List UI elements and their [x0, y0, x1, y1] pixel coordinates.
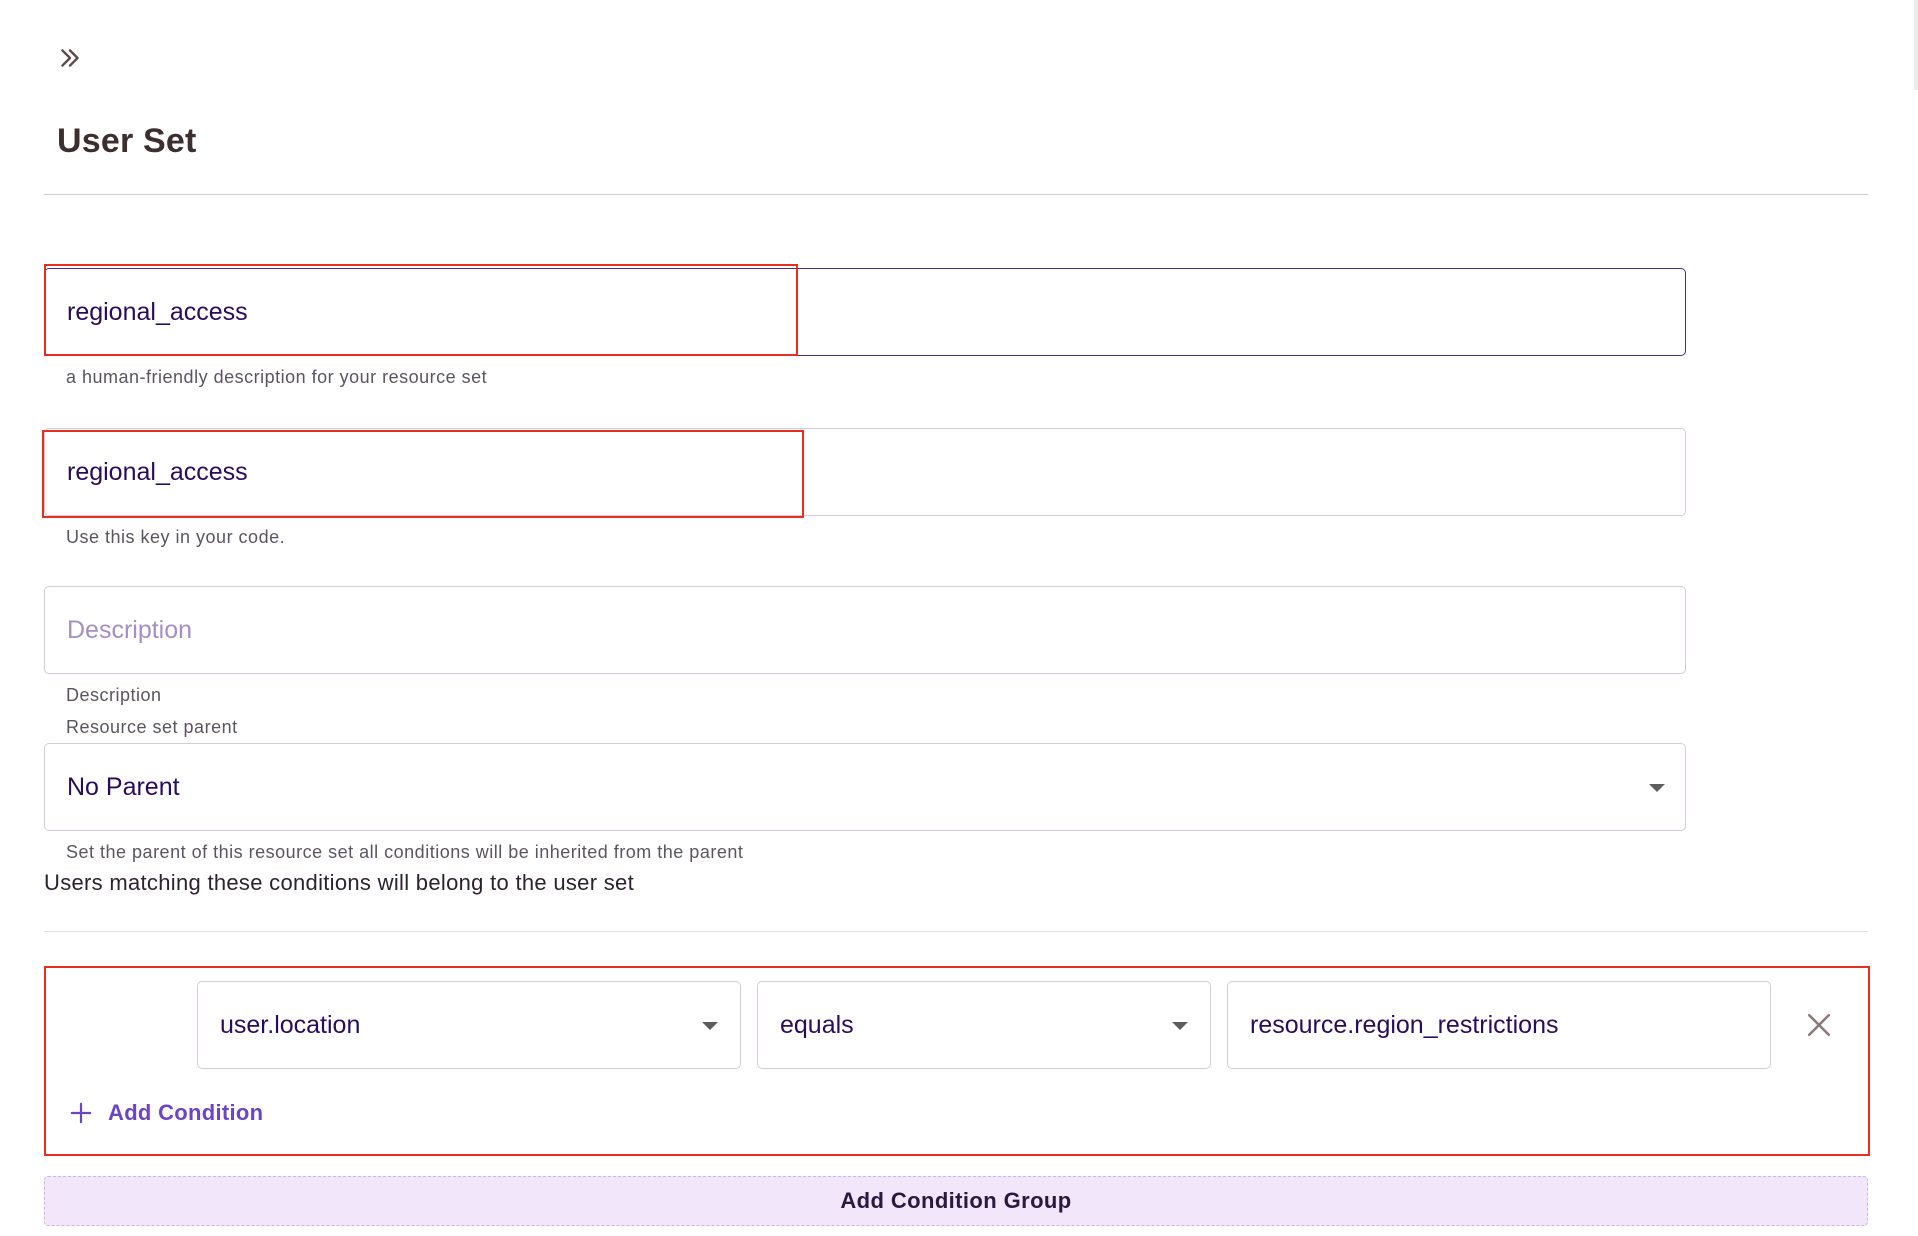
description-field[interactable]: Description — [44, 586, 1686, 674]
parent-helper-text: Set the parent of this resource set all … — [66, 842, 744, 862]
key-field[interactable]: regional_access — [44, 428, 1686, 516]
add-condition-label: Add Condition — [108, 1100, 264, 1125]
key-helper-text: Use this key in your code. — [66, 527, 286, 547]
parent-select-value: No Parent — [67, 772, 180, 801]
title-divider — [44, 194, 1868, 195]
add-condition-button[interactable]: Add Condition — [70, 1100, 263, 1126]
expand-sidebar-button[interactable] — [52, 40, 88, 76]
condition-attribute-select[interactable]: user.location — [197, 981, 741, 1069]
name-field-value: regional_access — [67, 297, 248, 326]
key-field-value: regional_access — [67, 457, 248, 486]
condition-value-field[interactable]: resource.region_restrictions — [1227, 981, 1771, 1069]
plus-icon — [70, 1102, 92, 1124]
description-helper-text: Description — [66, 685, 162, 705]
name-field[interactable]: regional_access — [44, 268, 1686, 356]
condition-attribute-value: user.location — [220, 1010, 361, 1039]
conditions-intro-text: Users matching these conditions will bel… — [44, 870, 635, 895]
parent-select[interactable]: No Parent — [44, 743, 1686, 831]
description-placeholder: Description — [67, 615, 193, 644]
dropdown-arrow-icon — [1649, 784, 1665, 792]
dropdown-arrow-icon — [702, 1022, 718, 1030]
section-divider — [44, 931, 1868, 932]
parent-select-label: Resource set parent — [66, 717, 238, 737]
name-helper-text: a human-friendly description for your re… — [66, 367, 488, 387]
close-icon — [1807, 1013, 1831, 1037]
scrollbar[interactable] — [1914, 0, 1918, 90]
page-title: User Set — [57, 122, 197, 160]
double-chevron-right-icon — [61, 49, 79, 67]
condition-value-text: resource.region_restrictions — [1250, 1010, 1559, 1039]
remove-condition-button[interactable] — [1800, 1006, 1838, 1044]
add-condition-group-button[interactable]: Add Condition Group — [44, 1176, 1868, 1226]
condition-operator-value: equals — [780, 1010, 854, 1039]
dropdown-arrow-icon — [1172, 1022, 1188, 1030]
condition-operator-select[interactable]: equals — [757, 981, 1211, 1069]
